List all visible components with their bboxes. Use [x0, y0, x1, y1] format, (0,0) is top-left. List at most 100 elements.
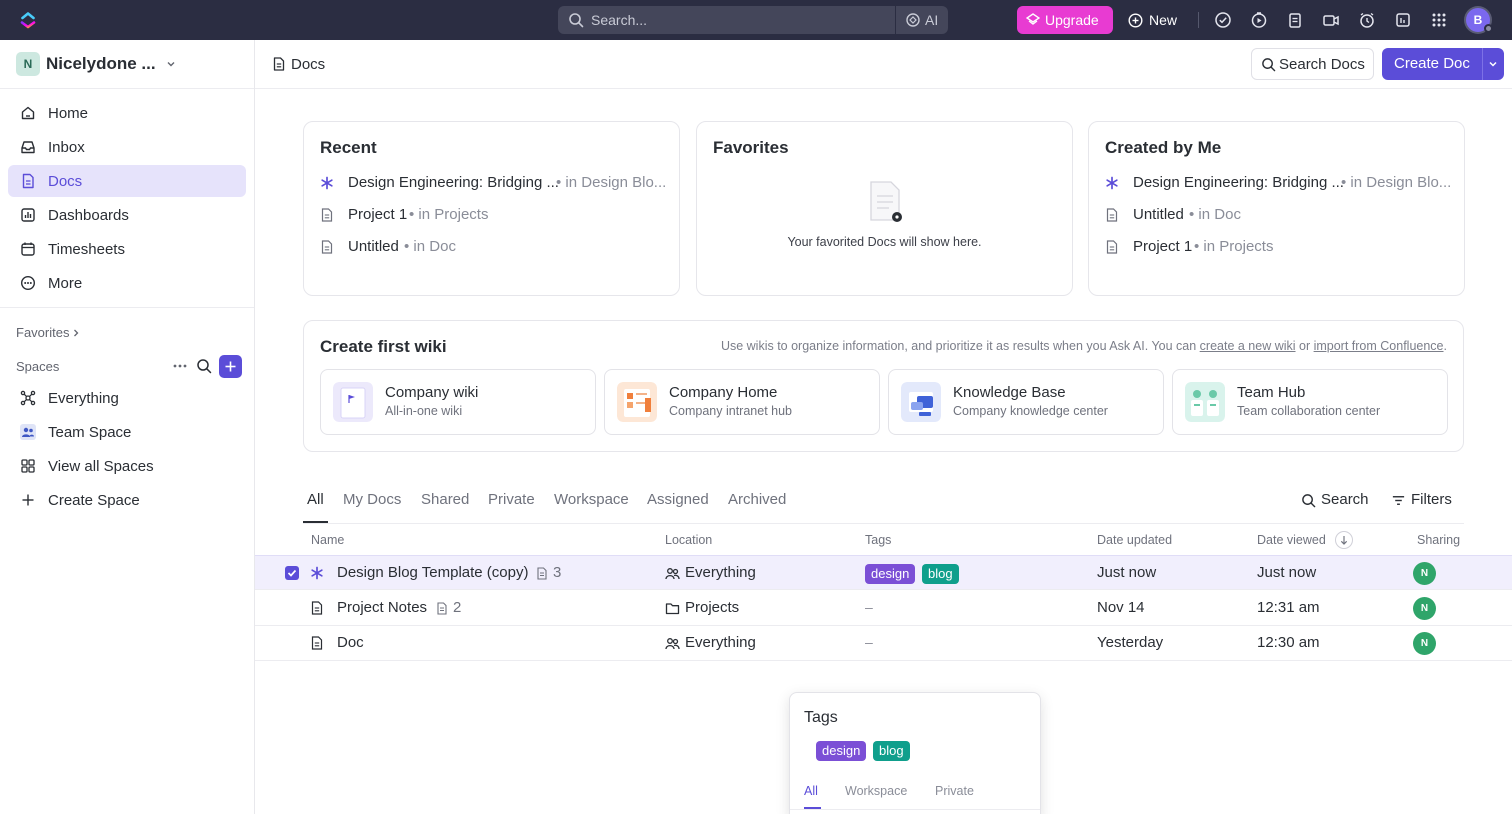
doc-location[interactable]: Everything: [685, 634, 756, 651]
tag-design[interactable]: design: [816, 741, 867, 761]
created-doc-row[interactable]: Design Engineering: Bridging ... • in De…: [1105, 173, 1450, 193]
play-circle-icon[interactable]: [1250, 11, 1268, 29]
sidebar-item-inbox[interactable]: Inbox: [8, 131, 246, 163]
wiki-template-card[interactable]: Team Hub Team collaboration center: [1172, 369, 1448, 435]
tag-design[interactable]: design: [865, 564, 916, 584]
table-row[interactable]: Doc Everything – Yesterday 12:30 am N: [255, 626, 1512, 661]
recent-doc-row[interactable]: Untitled • in Doc: [320, 237, 665, 257]
upgrade-button[interactable]: Upgrade: [1017, 6, 1113, 34]
create-wiki-link[interactable]: create a new wiki: [1200, 339, 1296, 353]
doc-location: • in Design Blo...: [1341, 174, 1450, 191]
sidebar-item-label: More: [48, 275, 83, 292]
sidebar-item-dashboards[interactable]: Dashboards: [8, 199, 246, 231]
import-confluence-link[interactable]: import from Confluence: [1314, 339, 1444, 353]
search-divider: [895, 6, 896, 34]
recent-doc-row[interactable]: Design Engineering: Bridging ... • in De…: [320, 173, 665, 193]
tab-archived[interactable]: Archived: [728, 491, 786, 508]
doc-name[interactable]: Doc: [337, 634, 364, 651]
recent-doc-row[interactable]: Project 1 • in Projects: [320, 205, 665, 225]
doc-name: Design Engineering: Bridging ...: [1133, 174, 1344, 191]
tags-empty[interactable]: –: [865, 634, 873, 650]
doc-location[interactable]: Everything: [685, 564, 756, 581]
notepad-icon[interactable]: [1394, 11, 1412, 29]
column-header-tags[interactable]: Tags: [865, 533, 891, 547]
table-row[interactable]: Project Notes 2 Projects – Nov 14 12:31 …: [255, 591, 1512, 626]
more-horizontal-icon[interactable]: [172, 358, 188, 374]
wiki-template-card[interactable]: Company Home Company intranet hub: [604, 369, 880, 435]
column-header-date-updated[interactable]: Date updated: [1097, 533, 1172, 547]
table-row[interactable]: Design Blog Template (copy) 3 Everything…: [255, 555, 1512, 590]
plus-icon: [225, 361, 236, 372]
sidebar-item-team-space[interactable]: Team Space: [8, 416, 246, 448]
global-search-input[interactable]: Search... AI: [558, 6, 948, 34]
favorites-card: Favorites Your favorited Docs will show …: [696, 121, 1073, 296]
date-viewed: 12:30 am: [1257, 634, 1320, 651]
column-header-location[interactable]: Location: [665, 533, 712, 547]
sidebar-item-create-space[interactable]: Create Space: [8, 484, 246, 516]
search-docs-button[interactable]: Search Docs: [1251, 48, 1374, 80]
tab-my-docs[interactable]: My Docs: [343, 491, 401, 508]
chevron-down-icon[interactable]: [1487, 58, 1499, 70]
wiki-template-subtitle: All-in-one wiki: [385, 404, 463, 418]
wiki-help-suffix: .: [1443, 339, 1447, 353]
tag-blog[interactable]: blog: [873, 741, 910, 761]
column-header-name[interactable]: Name: [311, 533, 344, 547]
company-home-thumbnail-icon: [617, 382, 657, 422]
sharing-avatar[interactable]: N: [1413, 597, 1436, 620]
ai-sparkle-icon[interactable]: [905, 12, 921, 28]
sidebar-item-label: Home: [48, 105, 89, 122]
sidebar-item-more[interactable]: More: [8, 267, 246, 299]
sidebar-item-label: Inbox: [48, 139, 85, 156]
date-viewed: Just now: [1257, 564, 1317, 581]
clipboard-icon[interactable]: [1286, 11, 1304, 29]
search-icon: [569, 13, 584, 28]
tab-assigned[interactable]: Assigned: [647, 491, 709, 508]
sidebar-item-docs[interactable]: Docs: [8, 165, 246, 197]
tab-shared[interactable]: Shared: [421, 491, 469, 508]
doc-name[interactable]: Design Blog Template (copy): [337, 564, 528, 581]
search-icon: [1262, 58, 1276, 72]
tab-all[interactable]: All: [307, 491, 324, 508]
docs-icon: [22, 173, 34, 189]
check-circle-icon[interactable]: [1214, 11, 1232, 29]
tags-empty[interactable]: –: [865, 599, 873, 615]
popover-tab-private[interactable]: Private: [935, 784, 974, 798]
popover-tab-all[interactable]: All: [804, 784, 818, 798]
search-placeholder: Search...: [591, 12, 648, 28]
wiki-template-card[interactable]: Knowledge Base Company knowledge center: [888, 369, 1164, 435]
create-doc-button[interactable]: Create Doc: [1382, 48, 1504, 80]
sidebar-item-everything[interactable]: Everything: [8, 382, 246, 414]
wiki-template-card[interactable]: Company wiki All-in-one wiki: [320, 369, 596, 435]
row-checkbox[interactable]: [285, 566, 299, 580]
search-label: Search: [1321, 491, 1369, 508]
column-header-sharing[interactable]: Sharing: [1417, 533, 1460, 547]
tag-blog[interactable]: blog: [922, 564, 959, 584]
created-doc-row[interactable]: Project 1 • in Projects: [1105, 237, 1450, 257]
sort-descending-icon[interactable]: [1335, 531, 1353, 549]
doc-name[interactable]: Project Notes: [337, 599, 427, 616]
sidebar-item-timesheets[interactable]: Timesheets: [8, 233, 246, 265]
column-header-date-viewed[interactable]: Date viewed: [1257, 533, 1326, 547]
favorites-section-label[interactable]: Favorites: [16, 325, 69, 340]
snowflake-doc-icon: [321, 176, 333, 190]
clickup-logo-icon[interactable]: [18, 10, 38, 30]
sidebar-item-home[interactable]: Home: [8, 97, 246, 129]
apps-grid-icon[interactable]: [1430, 11, 1448, 29]
add-space-button[interactable]: [219, 355, 242, 378]
sharing-avatar[interactable]: N: [1413, 632, 1436, 655]
tab-private[interactable]: Private: [488, 491, 535, 508]
search-icon[interactable]: [196, 358, 212, 374]
doc-location-text: in Design Blo...: [565, 174, 665, 191]
video-icon[interactable]: [1322, 11, 1340, 29]
popover-tab-workspace[interactable]: Workspace: [845, 784, 907, 798]
sidebar-item-view-all-spaces[interactable]: View all Spaces: [8, 450, 246, 482]
sharing-avatar[interactable]: N: [1413, 562, 1436, 585]
chevron-right-icon[interactable]: [71, 328, 81, 338]
alarm-clock-icon[interactable]: [1358, 11, 1376, 29]
filters-label: Filters: [1411, 491, 1452, 508]
button-divider: [1482, 48, 1483, 80]
tab-workspace[interactable]: Workspace: [554, 491, 629, 508]
ai-button-label[interactable]: AI: [925, 12, 938, 28]
created-doc-row[interactable]: Untitled • in Doc: [1105, 205, 1450, 225]
doc-location[interactable]: Projects: [685, 599, 739, 616]
